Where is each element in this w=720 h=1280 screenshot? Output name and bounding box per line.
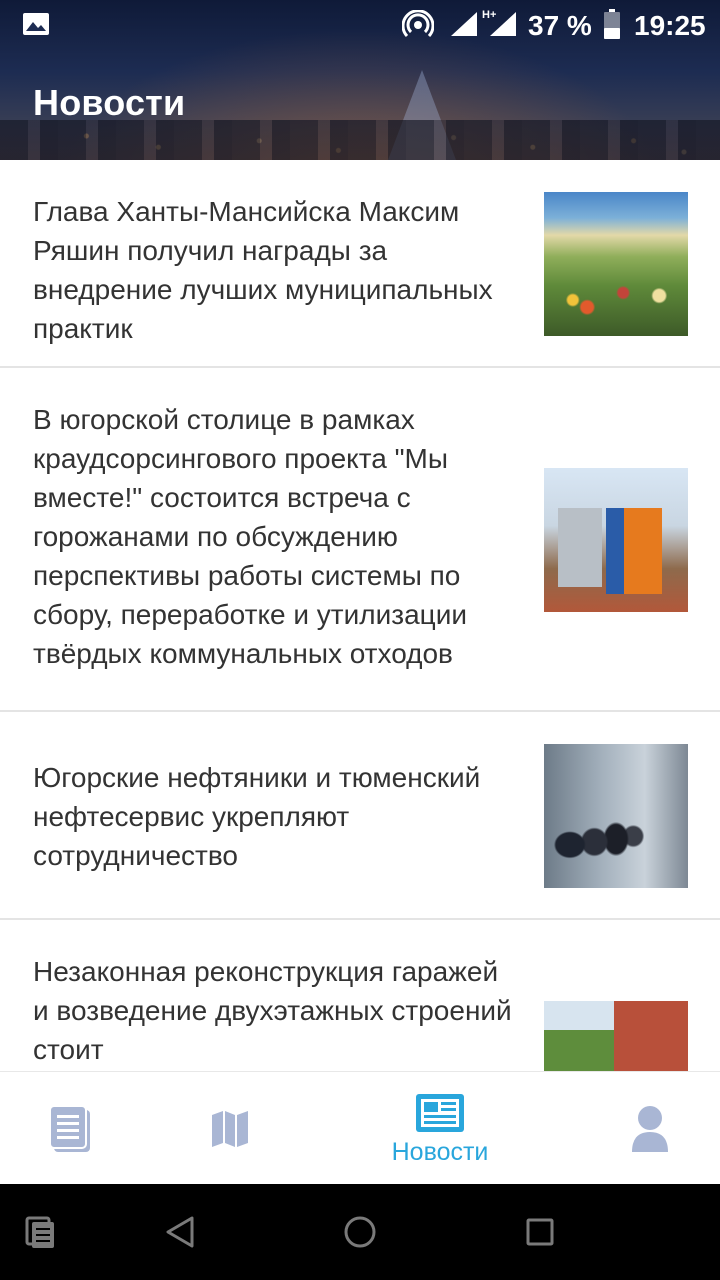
news-thumbnail	[544, 744, 688, 888]
overview-icon[interactable]	[525, 1217, 555, 1247]
news-title: Югорские нефтяники и тюменский нефтесерв…	[33, 762, 481, 871]
signal-icon	[451, 12, 477, 36]
nav-item-profile[interactable]	[540, 1072, 720, 1185]
news-thumbnail	[544, 468, 688, 612]
battery-percent: 37 %	[528, 10, 592, 41]
nav-item-map[interactable]	[180, 1072, 360, 1185]
home-icon[interactable]	[343, 1215, 377, 1249]
news-thumbnail	[544, 1001, 688, 1071]
news-list[interactable]: Глава Ханты-Мансийска Максим Ряшин получ…	[0, 160, 720, 1071]
page-title: Новости	[33, 82, 186, 123]
map-icon	[212, 1111, 248, 1147]
nav-item-documents[interactable]	[0, 1072, 180, 1185]
status-bar: H+ 37 % 19:25	[0, 0, 720, 50]
newspaper-icon	[416, 1094, 464, 1132]
news-title: Незаконная реконструкция гаражей и возве…	[33, 956, 512, 1065]
news-item[interactable]: Югорские нефтяники и тюменский нефтесерв…	[0, 712, 720, 920]
profile-icon	[632, 1106, 668, 1152]
signal-icon: H+	[482, 9, 516, 36]
news-item[interactable]: В югорской столице в рамках краудсорсинг…	[0, 368, 720, 712]
documents-icon	[49, 1105, 90, 1152]
battery-icon	[604, 9, 620, 39]
news-title: В югорской столице в рамках краудсорсинг…	[33, 404, 467, 669]
bottom-navigation: Новости	[0, 1071, 720, 1184]
nav-item-news[interactable]: Новости	[350, 1072, 530, 1185]
recent-docs-icon[interactable]	[24, 1216, 56, 1248]
header-background-skyline	[0, 120, 720, 160]
nav-label-news: Новости	[391, 1138, 489, 1166]
hotspot-icon	[402, 10, 434, 38]
system-navigation-bar	[0, 1184, 720, 1280]
gallery-icon	[23, 13, 49, 35]
back-icon[interactable]	[164, 1216, 196, 1248]
news-thumbnail	[544, 192, 688, 336]
news-title: Глава Ханты-Мансийска Максим Ряшин получ…	[33, 196, 493, 344]
clock: 19:25	[634, 10, 706, 41]
news-item[interactable]: Незаконная реконструкция гаражей и возве…	[0, 920, 720, 1071]
svg-text:H+: H+	[482, 9, 496, 21]
news-item[interactable]: Глава Ханты-Мансийска Максим Ряшин получ…	[0, 160, 720, 368]
